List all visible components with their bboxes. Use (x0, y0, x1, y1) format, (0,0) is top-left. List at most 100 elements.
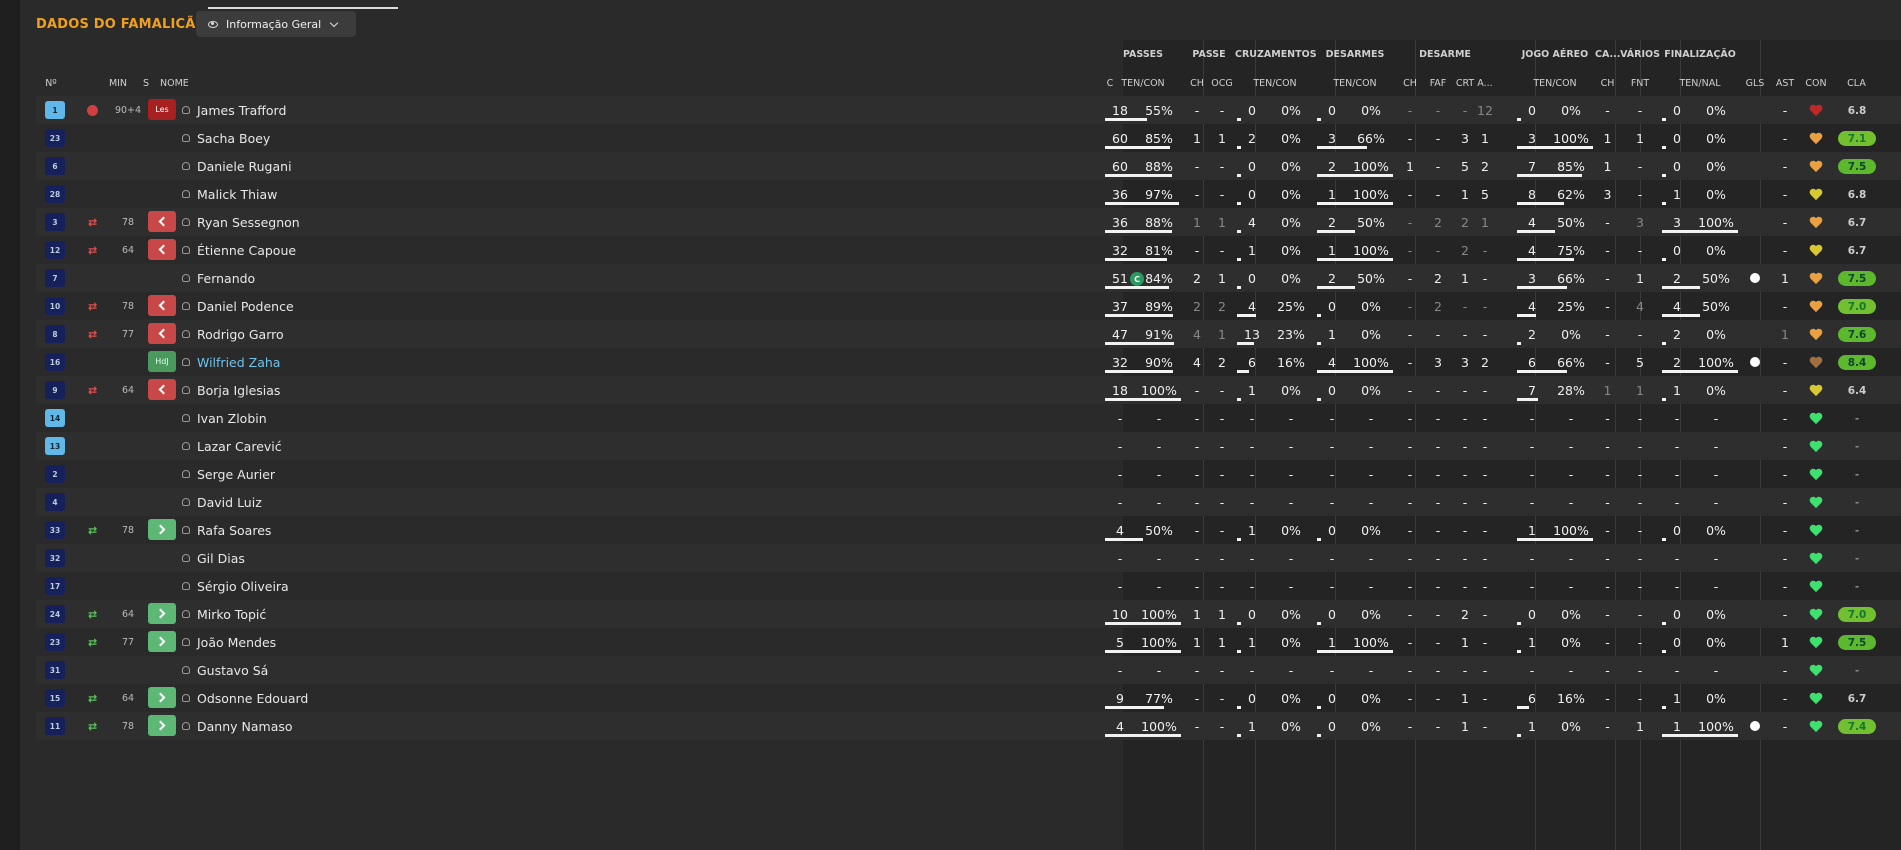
player-name[interactable]: Wilfried Zaha (182, 348, 280, 376)
col-aereo-tencon[interactable]: TEN/CON (1515, 78, 1595, 89)
col-passe-ocg[interactable]: OCG (1209, 78, 1235, 89)
player-row[interactable]: 12 ⇄ 64 Étienne Capoue 32 81% - -1 0% 1 100% - -2-4 7… (36, 236, 1901, 264)
col-desarme-crt[interactable]: CRT (1453, 78, 1477, 89)
finalizacao-attempts: 0 (1673, 634, 1681, 650)
desarme-faf: - (1435, 382, 1441, 398)
desarme-faf: - (1435, 522, 1441, 538)
player-row[interactable]: 10 ⇄ 78 Daniel Podence 37 89% 2 2 4 25% 0 0% -2- -4 25… (36, 292, 1901, 320)
player-row[interactable]: 23 Sacha Boey 60 85% 1 1 2 0% 3 66% - -3 1 3 100% 1 1 0 0%… (36, 124, 1901, 152)
desarmes-bar (1317, 650, 1393, 653)
match-rating: - (1854, 468, 1860, 481)
player-row[interactable]: 15 ⇄ 64 Odsonne Edouard 9 77% - -0 0% 0 0% - -1-6 16%… (36, 684, 1901, 712)
empty-stat: - (1288, 410, 1294, 426)
col-name[interactable]: NOME (160, 78, 189, 89)
col-group-finalizacao[interactable]: FINALIZAÇÃO (1660, 49, 1740, 60)
col-des-tencon[interactable]: TEN/CON (1315, 78, 1395, 89)
player-row[interactable]: 13 Lazar Carević - - - - - - - - - - - - - - - - - - - - (36, 432, 1901, 460)
player-name[interactable]: Ryan Sessegnon (182, 208, 300, 236)
player-name[interactable]: Rafa Soares (182, 516, 271, 544)
col-num[interactable]: Nº (36, 78, 66, 89)
col-cla[interactable]: CLA (1832, 78, 1881, 89)
desarmes-attempts: 0 (1328, 690, 1336, 706)
player-row[interactable]: 8 ⇄ 77 Rodrigo Garro 47 91% 4 1 13 23% 1 0% - - - -2 0% -… (36, 320, 1901, 348)
player-name[interactable]: Gustavo Sá (182, 656, 268, 684)
col-group-passe[interactable]: PASSE (1183, 49, 1235, 60)
player-name[interactable]: James Trafford (182, 96, 286, 124)
empty-stat: - (1156, 578, 1162, 594)
player-row[interactable]: 3 ⇄ 78 Ryan Sessegnon 36 88% 1 1 4 0% 2 50% -2 2 1 4 50%… (36, 208, 1901, 236)
col-group-passes[interactable]: PASSES (1103, 49, 1183, 60)
player-name[interactable]: Daniele Rugani (182, 152, 292, 180)
player-row[interactable]: 2 Serge Aurier - - - - - - - - - - - - - - - - - - - - (36, 460, 1901, 488)
desarme-ch: - (1407, 270, 1413, 286)
player-name[interactable]: Daniel Podence (182, 292, 294, 320)
player-row[interactable]: 31 Gustavo Sá - - - - - - - - - - - - - - - - - - - - (36, 656, 1901, 684)
player-row[interactable]: 28 Malick Thiaw 36 97% - -0 0% 1 100% - -1 5 8 62% 3-1… (36, 180, 1901, 208)
player-row[interactable]: 7 Fernando C 51 84% 2 1 0 0% 2 50% -2 1-3 66% -1 2 50% 1 7… (36, 264, 1901, 292)
player-row[interactable]: 24 ⇄ 64 Mirko Topić 10 100% 1 1 0 0% 0 0% - -2-0 0% - -0… (36, 600, 1901, 628)
desarmes-pct: 0% (1361, 606, 1381, 622)
player-row[interactable]: 32 Gil Dias - - - - - - - - - - - - - - - - - - - - (36, 544, 1901, 572)
player-row[interactable]: 11 ⇄ 78 Danny Namaso 4 100% - -1 0% 0 0% - -1-1 0% -1 1… (36, 712, 1901, 740)
col-desarme-ch[interactable]: CH (1397, 78, 1423, 89)
passes-bar (1105, 146, 1170, 149)
cruzamentos-attempts: 0 (1248, 186, 1256, 202)
player-row[interactable]: 4 David Luiz - - - - - - - - - - - - - - - - - - - - (36, 488, 1901, 516)
col-desarme-a[interactable]: A... (1475, 78, 1495, 89)
player-name-text: Lazar Carević (197, 438, 282, 454)
col-group-cruzamentos[interactable]: CRUZAMENTOS (1235, 49, 1317, 60)
player-name[interactable]: Ivan Zlobin (182, 404, 267, 432)
col-ca-ch[interactable]: CH (1595, 78, 1620, 89)
col-group-varios[interactable]: VÁRIOS (1620, 49, 1660, 60)
player-name[interactable]: Sacha Boey (182, 124, 270, 152)
player-name[interactable]: Borja Iglesias (182, 376, 280, 404)
player-name[interactable]: Fernando (182, 264, 255, 292)
player-name[interactable]: Malick Thiaw (182, 180, 277, 208)
cruzamentos-bar (1237, 650, 1241, 653)
player-name[interactable]: Étienne Capoue (182, 236, 296, 264)
player-name[interactable]: David Luiz (182, 488, 262, 516)
col-group-desarmes[interactable]: DESARMES (1315, 49, 1395, 60)
player-row[interactable]: 33 ⇄ 78 Rafa Soares 4 50% - -1 0% 0 0% - - - -1 100% - -0… (36, 516, 1901, 544)
col-con[interactable]: CON (1800, 78, 1832, 89)
player-name[interactable]: Serge Aurier (182, 460, 275, 488)
col-fnt[interactable]: FNT (1620, 78, 1660, 89)
player-name[interactable]: João Mendes (182, 628, 276, 656)
player-name[interactable]: Danny Namaso (182, 712, 293, 740)
empty-stat: - (1637, 410, 1643, 426)
passe-ch: 1 (1193, 606, 1201, 622)
player-name[interactable]: Lazar Carević (182, 432, 282, 460)
player-row[interactable]: 1 90+4 Les James Trafford 18 55% - -0 0% 0 0% - - -12… (36, 96, 1901, 124)
player-row[interactable]: 23 ⇄ 77 João Mendes 5 100% 1 1 1 0% 1 100% - -1-1 0% - -… (36, 628, 1901, 656)
col-cruz-tencon[interactable]: TEN/CON (1235, 78, 1315, 89)
col-gls[interactable]: GLS (1740, 78, 1770, 89)
player-row[interactable]: 14 Ivan Zlobin - - - - - - - - - - - - - - - - - - - - (36, 404, 1901, 432)
view-selector-button[interactable]: Informação Geral (196, 11, 356, 37)
col-desarme-faf[interactable]: FAF (1425, 78, 1451, 89)
col-s[interactable]: S (136, 78, 156, 89)
col-ast[interactable]: AST (1770, 78, 1800, 89)
desarme-ch: - (1407, 634, 1413, 650)
col-group-desarme[interactable]: DESARME (1395, 49, 1495, 60)
player-name[interactable]: Sérgio Oliveira (182, 572, 289, 600)
player-row[interactable]: 9 ⇄ 64 Borja Iglesias 18 100% - -1 0% 0 0% - - - -7 28%… (36, 376, 1901, 404)
shirt-number: 3 (45, 213, 65, 231)
player-name[interactable]: Rodrigo Garro (182, 320, 284, 348)
col-passe-ch[interactable]: CH (1185, 78, 1209, 89)
finalizacao-pct: 0% (1706, 102, 1726, 118)
col-group-jogo-aereo[interactable]: JOGO AÉREO (1515, 49, 1595, 60)
desarme-faf: - (1435, 326, 1441, 342)
col-passes-tencon[interactable]: TEN/CON (1103, 78, 1183, 89)
player-row[interactable]: 17 Sérgio Oliveira - - - - - - - - - - - - - - - - - - - - (36, 572, 1901, 600)
player-name[interactable]: Odsonne Edouard (182, 684, 308, 712)
col-group-ca[interactable]: CA... (1595, 49, 1620, 60)
player-row[interactable]: 6 Daniele Rugani 60 88% - -0 0% 2 100% 1-5 2 7 85% 1-… (36, 152, 1901, 180)
col-fin-tennal[interactable]: TEN/NAL (1660, 78, 1740, 89)
player-name[interactable]: Mirko Topić (182, 600, 266, 628)
player-name[interactable]: Gil Dias (182, 544, 245, 572)
desarmes-bar (1317, 706, 1321, 709)
desarme-faf: - (1435, 634, 1441, 650)
player-row[interactable]: 16 HdJ Wilfried Zaha 32 90% 4 2 6 16% 4 100% -3 3 2 6 6… (36, 348, 1901, 376)
cruzamentos-bar (1237, 342, 1254, 345)
col-min[interactable]: MIN (100, 78, 136, 89)
